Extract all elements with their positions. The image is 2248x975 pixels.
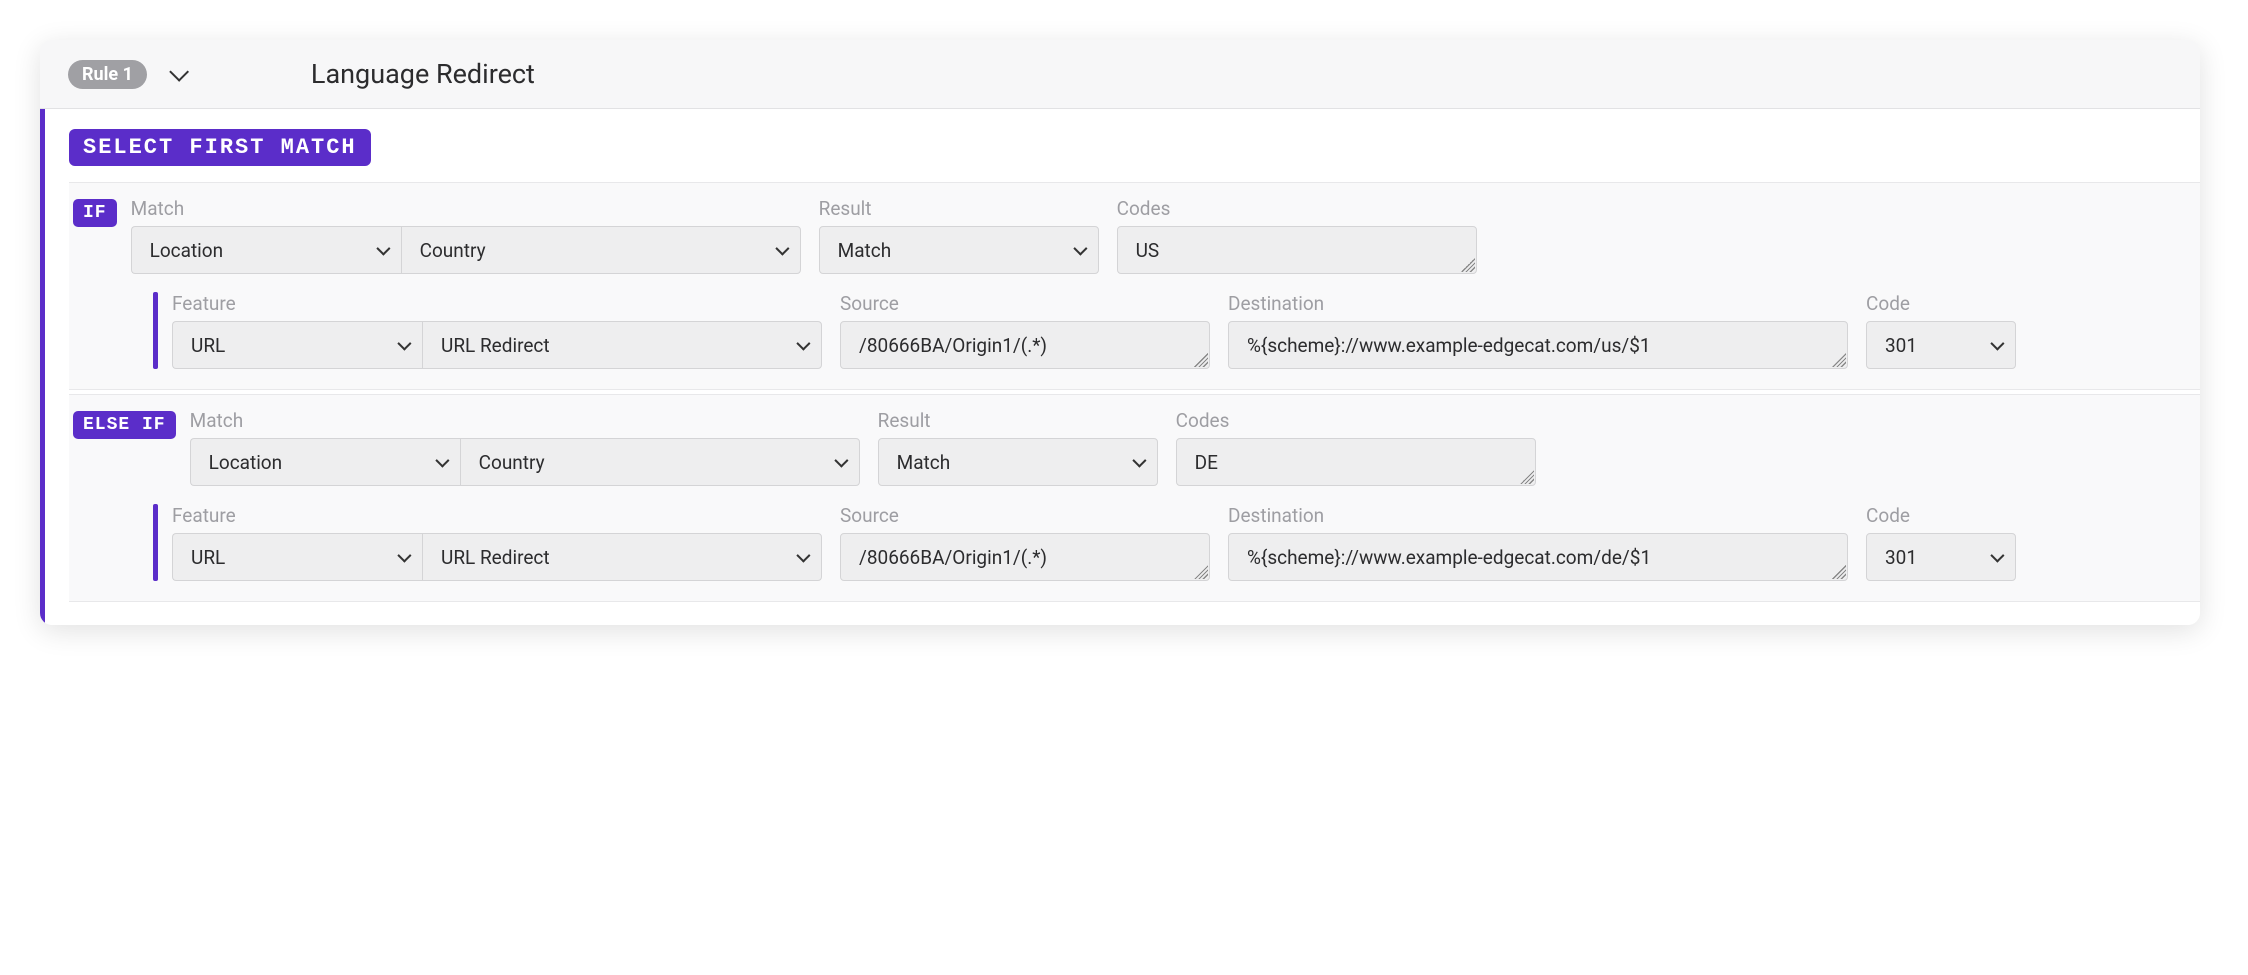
label-codes: Codes [1117,197,1477,220]
condition-chip-elseif: ELSE IF [73,411,176,439]
input-destination[interactable]: %{scheme}://www.example-edgecat.com/de/$… [1228,533,1848,581]
select-match-subcategory[interactable]: Country [401,226,801,274]
input-source[interactable]: /80666BA/Origin1/(.*) [840,533,1210,581]
rule-header: Rule 1 Language Redirect [40,40,2200,109]
label-result: Result [819,197,1099,220]
chevron-down-icon [376,242,390,256]
rule-title: Language Redirect [311,58,535,90]
chevron-down-icon [435,454,449,468]
select-result[interactable]: Match [878,438,1158,486]
input-codes[interactable]: US [1117,226,1477,274]
chevron-down-icon [397,337,411,351]
resize-grip-icon [1194,565,1208,579]
section-tag: SELECT FIRST MATCH [69,129,371,166]
chevron-down-icon [397,549,411,563]
label-destination: Destination [1228,504,1848,527]
label-source: Source [840,504,1210,527]
condition-row: ELSE IF Match Location Country [73,409,2182,486]
input-source[interactable]: /80666BA/Origin1/(.*) [840,321,1210,369]
label-match: Match [190,409,860,432]
rule-body: SELECT FIRST MATCH IF Match Location [40,109,2200,625]
chevron-down-icon [169,62,189,82]
condition-row: IF Match Location Country [73,197,2182,274]
condition-block: IF Match Location Country [69,182,2200,390]
label-codes: Codes [1176,409,1536,432]
rule-expand-toggle[interactable] [163,60,191,88]
select-feature-subcategory[interactable]: URL Redirect [422,533,822,581]
select-feature-category[interactable]: URL [172,533,422,581]
chevron-down-icon [834,454,848,468]
input-codes[interactable]: DE [1176,438,1536,486]
feature-bar [153,292,158,369]
select-code[interactable]: 301 [1866,321,2016,369]
rule-badge: Rule 1 [68,60,147,89]
resize-grip-icon [1461,258,1475,272]
chevron-down-icon [796,337,810,351]
input-destination[interactable]: %{scheme}://www.example-edgecat.com/us/$… [1228,321,1848,369]
select-match-category[interactable]: Location [190,438,460,486]
condition-chip-if: IF [73,199,117,227]
resize-grip-icon [1520,470,1534,484]
select-match-category[interactable]: Location [131,226,401,274]
label-result: Result [878,409,1158,432]
chevron-down-icon [1132,454,1146,468]
select-feature-subcategory[interactable]: URL Redirect [422,321,822,369]
chevron-down-icon [775,242,789,256]
label-feature: Feature [172,292,822,315]
resize-grip-icon [1832,353,1846,367]
label-feature: Feature [172,504,822,527]
resize-grip-icon [1194,353,1208,367]
select-result[interactable]: Match [819,226,1099,274]
feature-section: Feature URL URL Redirect [73,292,2182,369]
select-code[interactable]: 301 [1866,533,2016,581]
chevron-down-icon [1073,242,1087,256]
label-code: Code [1866,292,2016,315]
label-destination: Destination [1228,292,1848,315]
chevron-down-icon [796,549,810,563]
label-code: Code [1866,504,2016,527]
condition-block: ELSE IF Match Location Country [69,394,2200,602]
select-feature-category[interactable]: URL [172,321,422,369]
feature-section: Feature URL URL Redirect [73,504,2182,581]
chevron-down-icon [1990,337,2004,351]
label-source: Source [840,292,1210,315]
chevron-down-icon [1990,549,2004,563]
label-match: Match [131,197,801,220]
feature-bar [153,504,158,581]
resize-grip-icon [1832,565,1846,579]
rule-card: Rule 1 Language Redirect SELECT FIRST MA… [40,40,2200,625]
select-match-subcategory[interactable]: Country [460,438,860,486]
